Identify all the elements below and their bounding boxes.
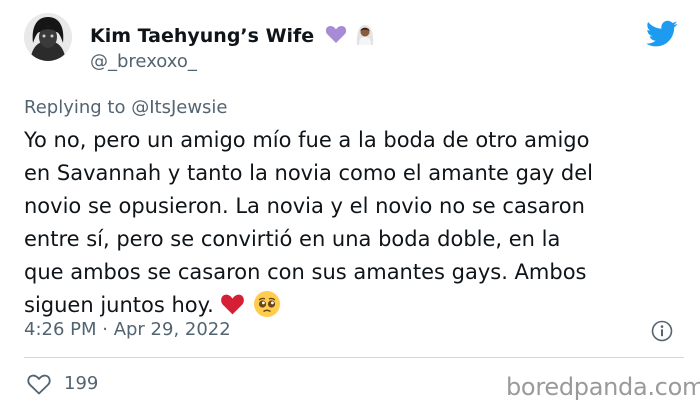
divider — [24, 357, 684, 358]
person-with-veil-icon — [357, 25, 374, 45]
red-heart-icon — [220, 294, 244, 315]
watermark: boredpanda.com — [506, 373, 700, 401]
pleading-face-icon — [253, 291, 280, 317]
tweet-line: siguen juntos hoy. — [24, 293, 214, 317]
info-icon[interactable] — [651, 320, 673, 342]
author-handle[interactable]: @_brexoxo_ — [90, 51, 197, 72]
tweet-line: que ambos se casaron con sus amantes gay… — [24, 260, 587, 284]
avatar[interactable] — [24, 13, 72, 61]
display-name-text: Kim Taehyung’s Wife — [90, 25, 315, 47]
twitter-logo-icon[interactable] — [646, 20, 678, 48]
tweet-line: en Savannah y tanto la novia como el ama… — [24, 161, 594, 185]
replying-to[interactable]: Replying to @ItsJewsie — [24, 97, 228, 118]
like-count: 199 — [64, 373, 99, 394]
display-name[interactable]: Kim Taehyung’s Wife — [90, 23, 375, 47]
tweet-line: Yo no, pero un amigo mío fue a la boda d… — [24, 128, 590, 152]
tweet-last-line: siguen juntos hoy. — [24, 289, 684, 322]
tweet-line: novio se opusieron. La novia y el novio … — [24, 194, 585, 218]
purple-heart-icon — [325, 26, 346, 43]
tweet-timestamp[interactable]: 4:26 PM · Apr 29, 2022 — [24, 319, 231, 340]
tweet-line: entre sí, pero se convirtió en una boda … — [24, 227, 561, 251]
tweet-text: Yo no, pero un amigo mío fue a la boda d… — [24, 124, 684, 322]
like-heart-icon[interactable] — [26, 372, 52, 396]
avatar-image — [24, 13, 72, 61]
